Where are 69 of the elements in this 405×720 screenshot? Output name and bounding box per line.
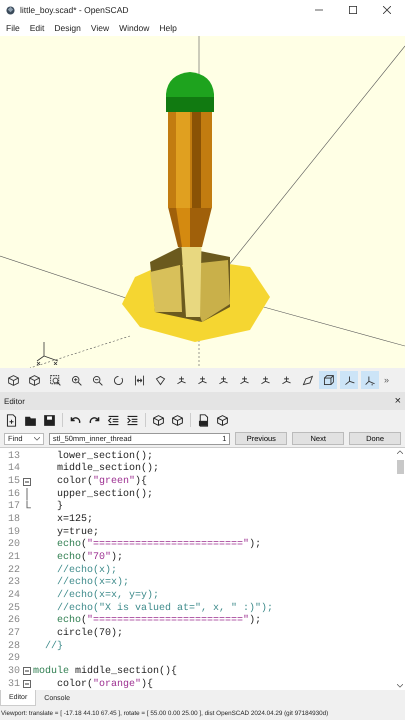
line-number: 20 [6, 539, 20, 550]
scroll-up-icon[interactable] [397, 450, 403, 454]
code-line: echo("========================="); [56, 539, 262, 550]
code-line: echo("70"); [56, 552, 124, 564]
preview-icon[interactable] [152, 414, 165, 426]
line-number: 25 [6, 602, 20, 614]
export-icon[interactable] [197, 414, 210, 426]
ortho-icon[interactable] [319, 371, 337, 389]
save-icon[interactable] [43, 414, 56, 426]
line-number: 22 [6, 564, 20, 576]
menu-item[interactable]: View [90, 23, 110, 33]
unindent-icon[interactable] [107, 414, 120, 426]
axes-icon[interactable] [340, 371, 358, 389]
line-number: 28 [6, 640, 20, 652]
line-number: 24 [6, 590, 20, 602]
code-line: //echo(x=x); [56, 577, 130, 588]
line-number: 19 [6, 526, 20, 538]
line-number: 17 [6, 501, 20, 512]
code-line: color("green"){ [56, 476, 148, 488]
line-number: 15 [6, 476, 20, 488]
code-line: lower_section(); [56, 450, 154, 462]
scroll-down-icon[interactable] [397, 684, 403, 688]
axis-indicator-icon [36, 341, 60, 365]
maximize-icon[interactable] [349, 6, 357, 14]
scale-icon[interactable] [361, 371, 379, 389]
code-editor[interactable] [0, 447, 405, 690]
code-line: } [56, 501, 64, 512]
code-line: y=true; [56, 526, 100, 538]
menu-item[interactable]: Window [119, 23, 150, 33]
close-icon[interactable] [383, 6, 391, 14]
line-number: 27 [6, 628, 20, 640]
code-line: //} [44, 640, 64, 652]
code-line: middle_section(); [56, 463, 160, 474]
code-line: //echo(x); [56, 564, 118, 576]
scrollbar-thumb[interactable] [396, 460, 404, 474]
menu-item[interactable]: Design [54, 23, 81, 33]
line-number: 29 [6, 653, 20, 664]
line-number: 13 [6, 450, 20, 462]
fold-icon[interactable] [22, 478, 30, 486]
line-number: 23 [6, 577, 20, 588]
line-number: 21 [6, 552, 20, 564]
chevron-down-icon [34, 436, 40, 440]
code-line: //echo("X is valued at=", x, " :)"); [56, 602, 274, 614]
line-number: 18 [6, 514, 20, 526]
line-number: 26 [6, 615, 20, 626]
code-line: color("orange"){ [56, 678, 154, 690]
menu-item[interactable]: File [6, 23, 20, 33]
render-icon[interactable] [171, 414, 184, 426]
line-number: 16 [6, 488, 20, 500]
close-button[interactable]: × [394, 395, 401, 407]
code-line: module middle_section(){ [33, 666, 178, 677]
line-number: 30 [6, 666, 20, 677]
app-icon [6, 6, 15, 14]
indent-icon[interactable] [126, 414, 139, 426]
new-icon[interactable] [5, 414, 18, 426]
fold-icon[interactable] [22, 680, 30, 688]
menu-item[interactable]: Help [159, 23, 177, 33]
code-line: circle(70); [56, 628, 124, 640]
code-line: upper_section(); [56, 488, 154, 500]
code-line: echo("========================="); [56, 615, 262, 626]
window-title: little_boy.scad* - OpenSCAD [20, 5, 130, 15]
line-number: 14 [6, 463, 20, 474]
code-line: x=125; [56, 514, 94, 526]
code-line: //echo(x=x, y=y); [56, 590, 160, 602]
fold-icon[interactable] [22, 667, 30, 676]
panel-title: Editor [4, 396, 25, 406]
menu-item[interactable]: Edit [30, 23, 44, 33]
line-number: 31 [6, 678, 20, 690]
overflow-button[interactable]: » [384, 375, 390, 385]
